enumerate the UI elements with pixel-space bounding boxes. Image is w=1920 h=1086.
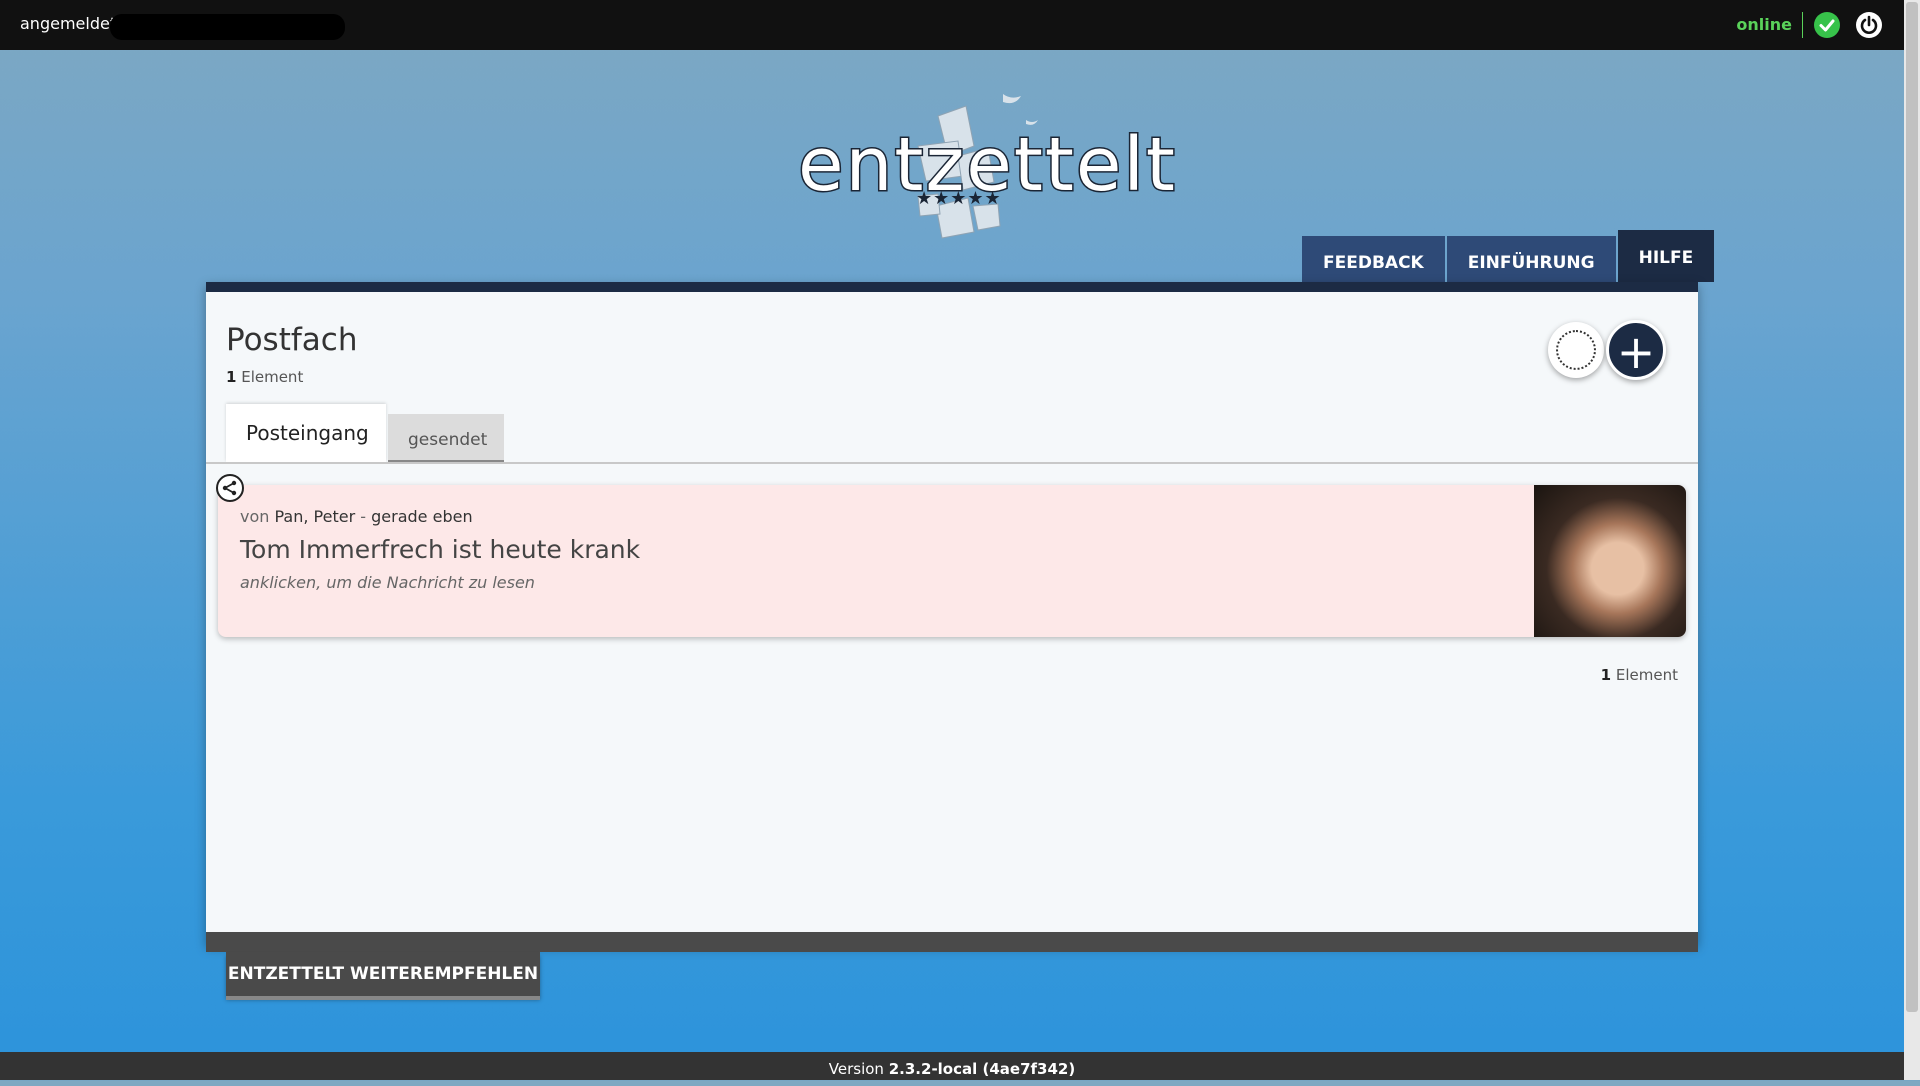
login-status-label: angemeldet [20, 14, 117, 33]
message-hint: anklicken, um die Nachricht zu lesen [240, 573, 535, 592]
share-icon[interactable] [216, 474, 244, 502]
tab-gesendet[interactable]: gesendet [388, 414, 504, 464]
tab-posteingang[interactable]: Posteingang [226, 404, 386, 462]
sender-avatar [1534, 485, 1686, 637]
status-divider [1802, 12, 1803, 38]
mailbox-panel: Postfach 1 Element + Posteingang gesende… [206, 282, 1698, 944]
add-button[interactable]: + [1606, 320, 1666, 380]
message-sender-line: von Pan, Peter - gerade eben [240, 507, 473, 526]
tabs-divider [206, 462, 1698, 464]
panel-footer-bar [206, 932, 1698, 952]
redacted-username [110, 14, 345, 40]
page-title: Postfach [226, 322, 358, 358]
main-nav: FEEDBACK EINFÜHRUNG HILFE [1302, 230, 1716, 282]
scrollbar[interactable] [1904, 0, 1920, 1080]
check-circle-icon [1814, 12, 1840, 38]
select-circle-button[interactable] [1548, 322, 1604, 378]
message-time: gerade eben [371, 507, 473, 526]
version-bar: Version 2.3.2-local (4ae7f342) [0, 1052, 1904, 1080]
app-logo: entzettelt ★★★★★ [797, 86, 1176, 246]
scrollbar-thumb[interactable] [1906, 2, 1918, 1012]
power-icon[interactable] [1856, 12, 1882, 38]
nav-tab-hilfe[interactable]: HILFE [1617, 230, 1715, 282]
online-status: online [1736, 15, 1792, 34]
footer-element-count: 1 Element [1600, 666, 1678, 684]
message-title: Tom Immerfrech ist heute krank [240, 535, 641, 564]
nav-tab-einfuehrung[interactable]: EINFÜHRUNG [1446, 236, 1616, 282]
top-bar: angemeldet online [0, 0, 1904, 50]
element-count: 1 Element [226, 368, 304, 386]
version-number: 2.3.2-local (4ae7f342) [888, 1060, 1076, 1078]
recommend-button[interactable]: ENTZETTELT WEITEREMPFEHLEN [226, 952, 540, 1000]
logo-stars: ★★★★★ [916, 188, 1002, 209]
message-card[interactable]: von Pan, Peter - gerade eben Tom Immerfr… [218, 485, 1686, 637]
nav-tab-feedback[interactable]: FEEDBACK [1302, 236, 1445, 282]
sender-name: Pan, Peter [274, 507, 356, 526]
